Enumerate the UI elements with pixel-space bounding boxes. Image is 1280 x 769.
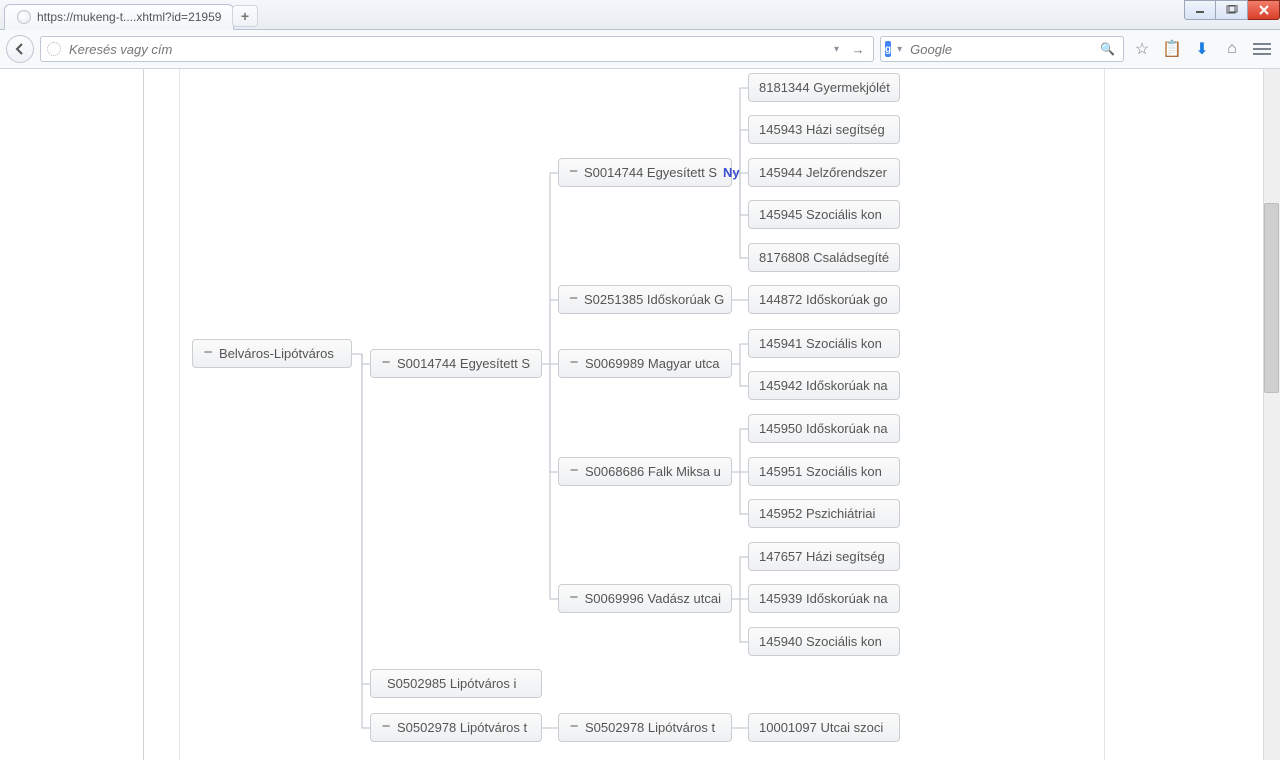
tree-leaf[interactable]: 145941 Szociális kon (748, 329, 900, 358)
collapse-icon[interactable]: − (381, 356, 391, 371)
url-box[interactable]: ▾ → (40, 36, 874, 62)
go-button[interactable]: → (849, 40, 867, 58)
tree-leaf[interactable]: 8176808 Családsegíté (748, 243, 900, 272)
google-icon: g (885, 41, 891, 57)
chevron-down-icon[interactable]: ▾ (830, 44, 843, 55)
window-maximize-button[interactable] (1216, 0, 1248, 20)
node-label: 147657 Házi segítség (759, 549, 885, 564)
search-input[interactable] (908, 41, 1090, 58)
collapse-icon[interactable]: − (569, 720, 579, 735)
node-label: S0014744 Egyesített S (584, 165, 717, 180)
menu-button[interactable] (1250, 37, 1274, 61)
badge-ny: Ny (723, 165, 740, 180)
node-label: 145951 Szociális kon (759, 464, 882, 479)
tree-node-l1c[interactable]: − S0502978 Lipótváros t (370, 713, 542, 742)
clipboard-icon: 📋 (1162, 39, 1182, 59)
search-box[interactable]: g ▾ 🔍 (880, 36, 1124, 62)
scrollbar[interactable] (1263, 69, 1280, 760)
search-icon[interactable]: 🔍 (1096, 42, 1119, 56)
node-label: 145944 Jelzőrendszer (759, 165, 887, 180)
bookmark-button[interactable]: ☆ (1130, 37, 1154, 61)
new-tab-button[interactable]: + (232, 5, 258, 27)
tree-leaf[interactable]: 145945 Szociális kon (748, 200, 900, 229)
download-icon: ⬇ (1195, 39, 1208, 59)
node-label: 145943 Házi segítség (759, 122, 885, 137)
collapse-icon[interactable]: − (569, 356, 579, 371)
tree-node-l1b[interactable]: S0502985 Lipótváros i (370, 669, 542, 698)
window-close-button[interactable] (1248, 0, 1280, 20)
close-icon (1258, 5, 1270, 15)
node-label: 145945 Szociális kon (759, 207, 882, 222)
tree-leaf[interactable]: 147657 Házi segítség (748, 542, 900, 571)
node-label: S0502985 Lipótváros i (387, 676, 516, 691)
tree-node-l2c[interactable]: − S0069989 Magyar utca (558, 349, 732, 378)
minimize-icon (1195, 6, 1205, 14)
tree-node-l2b[interactable]: − S0251385 Időskorúak G (558, 285, 732, 314)
back-button[interactable] (6, 35, 34, 63)
hamburger-icon (1251, 39, 1273, 59)
tree-leaf[interactable]: 145952 Pszichiátriai (748, 499, 900, 528)
node-label: Belváros-Lipótváros (219, 346, 334, 361)
tree-leaf[interactable]: 145940 Szociális kon (748, 627, 900, 656)
tree-leaf[interactable]: 145950 Időskorúak na (748, 414, 900, 443)
node-label: 145941 Szociális kon (759, 336, 882, 351)
chevron-down-icon[interactable]: ▾ (897, 44, 902, 55)
collapse-icon[interactable]: − (381, 720, 391, 735)
tree-leaf[interactable]: 145942 Időskorúak na (748, 371, 900, 400)
node-label: 8176808 Családsegíté (759, 250, 889, 265)
maximize-icon (1226, 5, 1238, 15)
arrow-left-icon (13, 42, 27, 56)
tree-node-l2f[interactable]: − S0502978 Lipótváros t (558, 713, 732, 742)
node-label: S0014744 Egyesített S (397, 356, 530, 371)
tab-strip: https://mukeng-t....xhtml?id=21959 + (0, 0, 1280, 30)
tree-node-root[interactable]: − Belváros-Lipótváros (192, 339, 352, 368)
home-button[interactable]: ⌂ (1220, 37, 1244, 61)
downloads-button[interactable]: ⬇ (1190, 37, 1214, 61)
globe-icon (47, 42, 61, 56)
collapse-icon[interactable]: − (569, 292, 578, 307)
browser-tab[interactable]: https://mukeng-t....xhtml?id=21959 (4, 4, 234, 30)
collapse-icon[interactable]: − (203, 346, 213, 361)
panel-border (143, 69, 144, 760)
node-label: S0251385 Időskorúak G (584, 292, 724, 307)
window-minimize-button[interactable] (1184, 0, 1216, 20)
node-label: 10001097 Utcai szoci (759, 720, 883, 735)
tree-leaf[interactable]: 8181344 Gyermekjólét (748, 73, 900, 102)
node-label: 144872 Időskorúak go (759, 292, 888, 307)
tree-leaf[interactable]: 145943 Házi segítség (748, 115, 900, 144)
tree-node-l2a[interactable]: − S0014744 Egyesített S Ny (558, 158, 732, 187)
library-button[interactable]: 📋 (1160, 37, 1184, 61)
tree-node-l1a[interactable]: − S0014744 Egyesített S (370, 349, 542, 378)
collapse-icon[interactable]: − (569, 591, 579, 606)
node-label: S0069996 Vadász utcai (585, 591, 721, 606)
scrollbar-thumb[interactable] (1264, 203, 1279, 393)
url-input[interactable] (67, 41, 824, 58)
tab-title: https://mukeng-t....xhtml?id=21959 (37, 10, 221, 24)
node-label: 145952 Pszichiátriai (759, 506, 875, 521)
collapse-icon[interactable]: − (569, 165, 578, 180)
node-label: 145939 Időskorúak na (759, 591, 888, 606)
node-label: S0502978 Lipótváros t (397, 720, 527, 735)
page-icon (17, 10, 31, 24)
tree-node-l2e[interactable]: − S0069996 Vadász utcai (558, 584, 732, 613)
node-label: S0502978 Lipótváros t (585, 720, 715, 735)
tree-leaf[interactable]: 144872 Időskorúak go (748, 285, 900, 314)
node-label: 145950 Időskorúak na (759, 421, 888, 436)
tree-leaf[interactable]: 145939 Időskorúak na (748, 584, 900, 613)
tree-leaf[interactable]: 145944 Jelzőrendszer (748, 158, 900, 187)
node-label: 8181344 Gyermekjólét (759, 80, 890, 95)
node-label: S0069989 Magyar utca (585, 356, 719, 371)
tree-node-l2d[interactable]: − S0068686 Falk Miksa u (558, 457, 732, 486)
tree-leaf[interactable]: 10001097 Utcai szoci (748, 713, 900, 742)
star-icon: ☆ (1135, 39, 1149, 59)
collapse-icon[interactable]: − (569, 464, 579, 479)
node-label: 145940 Szociális kon (759, 634, 882, 649)
nav-bar: ▾ → g ▾ 🔍 ☆ 📋 ⬇ ⌂ (0, 30, 1280, 69)
home-icon: ⌂ (1227, 40, 1237, 58)
node-label: S0068686 Falk Miksa u (585, 464, 721, 479)
tree-leaf[interactable]: 145951 Szociális kon (748, 457, 900, 486)
node-label: 145942 Időskorúak na (759, 378, 888, 393)
